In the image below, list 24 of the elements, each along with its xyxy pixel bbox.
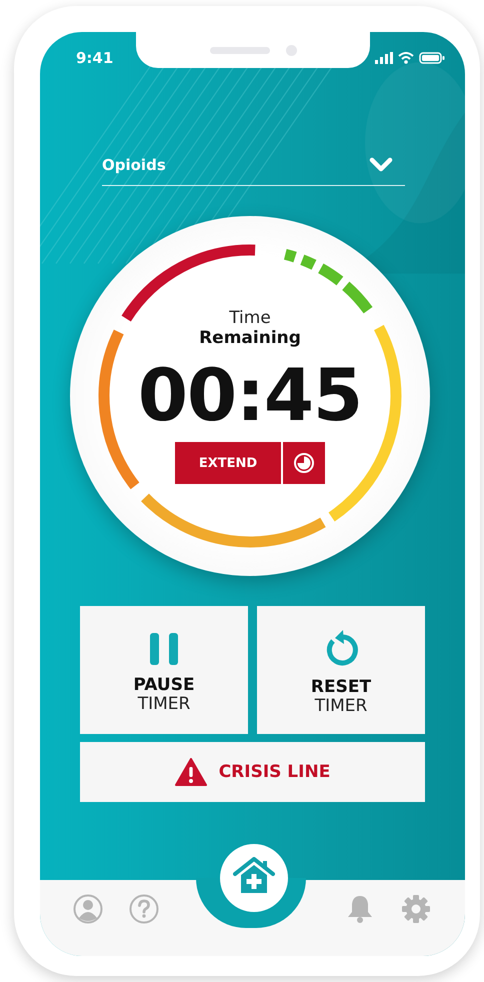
crisis-line-button[interactable]: CRISIS LINE: [80, 742, 425, 802]
settings-nav-button[interactable]: [400, 894, 431, 924]
profile-nav-button[interactable]: [73, 894, 104, 924]
pause-icon: [149, 632, 179, 666]
battery-icon: [419, 52, 445, 64]
pause-timer-button[interactable]: PAUSE TIMER: [80, 606, 248, 734]
extend-button[interactable]: EXTEND: [175, 442, 325, 484]
clock-icon: [293, 452, 315, 474]
help-icon: [129, 894, 160, 924]
remaining-label: Remaining: [199, 328, 301, 348]
notifications-nav-button[interactable]: [346, 894, 373, 924]
chevron-down-icon: [369, 156, 393, 172]
warning-icon: [174, 758, 207, 786]
time-label: Time: [229, 308, 271, 328]
bell-icon: [346, 894, 373, 924]
medical-house-icon: [232, 857, 274, 895]
profile-icon: [73, 894, 104, 924]
wifi-icon: [398, 52, 414, 64]
signal-icon: [375, 52, 393, 64]
settings-icon: [400, 894, 431, 924]
countdown-time: 00:45: [138, 352, 362, 438]
status-time: 9:41: [76, 49, 114, 67]
help-nav-button[interactable]: [129, 894, 160, 924]
reset-timer-button[interactable]: RESET TIMER: [257, 606, 425, 734]
